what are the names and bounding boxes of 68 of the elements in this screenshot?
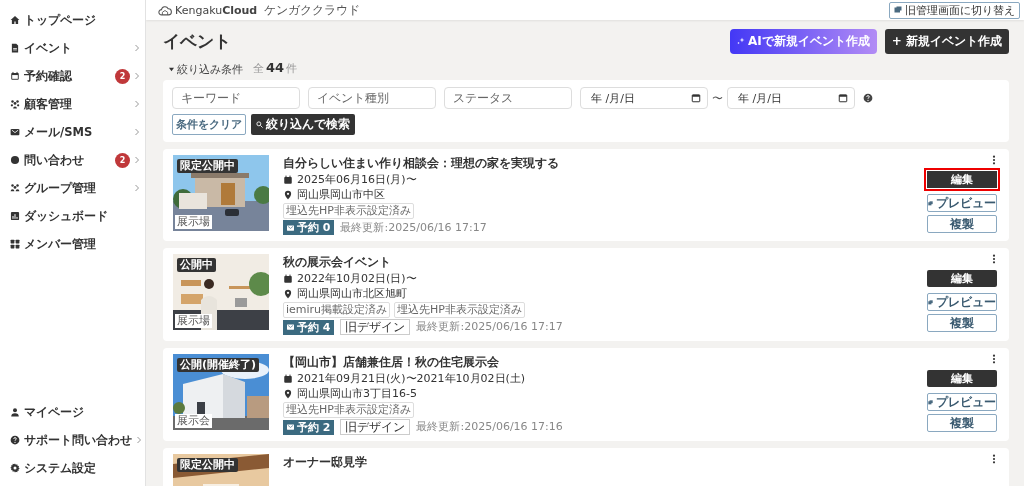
venue-label: 展示場 — [175, 314, 212, 328]
setting-tag: 埋込先HP非表示設定済み — [283, 402, 414, 418]
event-location: 岡山県岡山市3丁目16-5 — [297, 387, 417, 401]
edit-button[interactable]: 編集 — [924, 168, 1000, 191]
nav-label[interactable]: ダッシュボード — [24, 208, 140, 224]
setting-tag: 埋込先HP非表示設定済み — [283, 203, 414, 219]
duplicate-button[interactable]: 複製 — [927, 414, 997, 432]
nav-label[interactable]: システム設定 — [24, 460, 140, 476]
date-field[interactable]: 年 /月/日 — [727, 87, 855, 109]
result-count: 全44件 — [253, 60, 298, 76]
venue-label: 展示会 — [175, 414, 212, 428]
nav-label[interactable]: メンバー管理 — [24, 236, 140, 252]
nav-label[interactable]: グループ管理 — [24, 180, 130, 196]
clear-button[interactable]: 条件をクリア — [172, 114, 246, 135]
range-separator: 〜 — [712, 90, 723, 106]
setting-tag: iemiru掲載設定済み — [283, 302, 391, 318]
logo: KengakuCloud — [175, 3, 258, 17]
filter-field[interactable]: ステータス — [444, 87, 572, 109]
new-event-button[interactable]: + 新規イベント作成 — [884, 28, 1009, 54]
switch-button[interactable]: 旧管理画面に切り替え — [889, 1, 1020, 19]
reservation-badge[interactable]: 予約 4 — [283, 319, 335, 335]
nav-label[interactable]: 予約確認 — [24, 68, 111, 84]
event-title[interactable]: オーナー邸見学 — [283, 454, 910, 470]
nav-label[interactable]: サポート問い合わせ — [24, 432, 132, 448]
status-badge: 公開中 — [177, 258, 216, 272]
filter-toggle[interactable]: 絞り込み条件 — [169, 62, 243, 77]
status-badge: 公開(開催終了) — [177, 358, 260, 372]
last-updated: 最終更新:2025/06/16 17:17 — [416, 320, 563, 334]
last-updated: 最終更新:2025/06/16 17:17 — [340, 220, 487, 235]
tagline: ケンガククラウド — [264, 1, 361, 19]
event-title[interactable]: 秋の展示会イベント — [283, 254, 910, 270]
search-button[interactable]: 絞り込んで検索 — [251, 114, 355, 135]
preview-button[interactable]: プレビュー — [927, 293, 997, 311]
design-tag: 旧デザイン — [340, 419, 411, 435]
filter-field[interactable]: キーワード — [172, 87, 300, 109]
reservation-badge[interactable]: 予約 2 — [283, 419, 335, 435]
edit-button[interactable]: 編集 — [927, 370, 997, 387]
duplicate-button[interactable]: 複製 — [927, 215, 997, 233]
event-title[interactable]: 【岡山市】店舗兼住居！秋の住宅展示会 — [283, 354, 910, 370]
nav-label[interactable]: 顧客管理 — [24, 96, 130, 112]
nav-label[interactable]: マイページ — [24, 404, 140, 420]
filter-field[interactable]: イベント種別 — [308, 87, 436, 109]
count-badge: 2 — [115, 152, 130, 168]
setting-tag: 埋込先HP非表示設定済み — [394, 302, 525, 318]
nav-label[interactable]: トップページ — [24, 12, 140, 28]
date-field[interactable]: 年 /月/日 — [580, 87, 708, 109]
status-badge: 限定公開中 — [177, 458, 238, 472]
venue-label: 展示場 — [175, 215, 212, 229]
preview-button[interactable]: プレビュー — [927, 194, 997, 212]
event-date: 2025年06月16日(月)〜 — [297, 173, 417, 187]
event-date: 2021年09月21日(火)〜2021年10月02日(土) — [297, 372, 526, 386]
event-location: 岡山県岡山市中区 — [297, 188, 385, 202]
event-title[interactable]: 自分らしい住まい作り相談会：理想の家を実現する — [283, 155, 910, 171]
last-updated: 最終更新:2025/06/16 17:16 — [416, 420, 563, 434]
event-date: 2022年10月02日(日)〜 — [297, 272, 417, 286]
reservation-badge[interactable]: 予約 0 — [283, 220, 335, 235]
edit-button[interactable]: 編集 — [927, 270, 997, 287]
design-tag: 旧デザイン — [340, 319, 411, 335]
ai-create-button[interactable]: AIで新規イベント作成 — [730, 28, 877, 54]
duplicate-button[interactable]: 複製 — [927, 314, 997, 332]
count-badge: 2 — [115, 68, 130, 84]
nav-label[interactable]: イベント — [24, 40, 130, 56]
status-badge: 限定公開中 — [177, 159, 238, 173]
event-location: 岡山県岡山市北区旭町 — [297, 287, 407, 301]
nav-label[interactable]: メール/SMS — [24, 124, 130, 140]
page-title: イベント — [163, 29, 231, 53]
preview-button[interactable]: プレビュー — [927, 393, 997, 411]
nav-label[interactable]: 問い合わせ — [24, 152, 111, 168]
